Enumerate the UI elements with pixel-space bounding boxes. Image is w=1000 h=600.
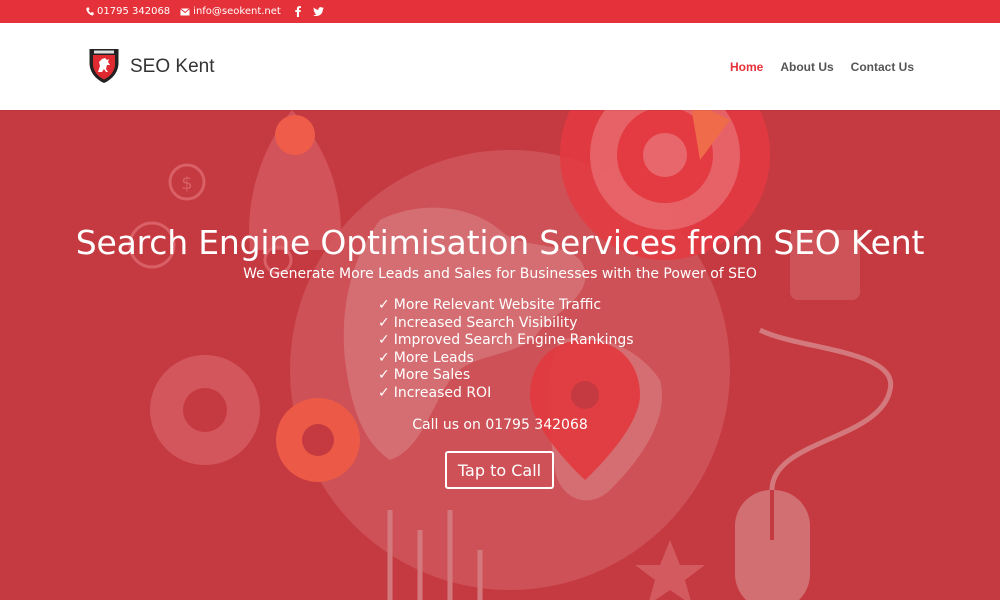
tap-to-call-button[interactable]: Tap to Call (445, 451, 554, 489)
brand-logo-link[interactable]: SEO Kent (88, 46, 215, 88)
email-contact[interactable]: info@seokent.net (180, 6, 281, 17)
facebook-icon[interactable] (295, 6, 301, 17)
check-icon: ✓ (378, 314, 390, 331)
check-icon: ✓ (378, 297, 390, 313)
hero-content: Search Engine Optimisation Services from… (0, 110, 1000, 600)
benefit-item: ✓ Improved Search Engine Rankings (378, 332, 634, 349)
phone-contact[interactable]: 01795 342068 (86, 6, 170, 17)
envelope-icon (180, 7, 190, 16)
phone-icon (86, 7, 94, 16)
check-icon: ✓ (378, 367, 390, 384)
site-header: SEO Kent Home About Us Contact Us (0, 23, 1000, 110)
hero-subtitle: We Generate More Leads and Sales for Bus… (243, 266, 757, 282)
hero-section: $ Search Engine Optimisation Services fr… (0, 110, 1000, 600)
check-icon: ✓ (378, 349, 390, 366)
shield-logo-icon (88, 46, 120, 88)
check-icon: ✓ (378, 332, 390, 349)
email-address: info@seokent.net (193, 6, 281, 17)
nav-contact-us[interactable]: Contact Us (851, 60, 914, 74)
brand-name: SEO Kent (130, 55, 215, 77)
twitter-icon[interactable] (312, 7, 324, 16)
call-us-text: Call us on 01795 342068 (412, 417, 588, 433)
benefits-list: ✓ More Relevant Website Traffic ✓ Increase… (378, 297, 634, 403)
check-icon: ✓ (378, 384, 390, 401)
main-nav: Home About Us Contact Us (730, 60, 914, 74)
benefit-item: ✓ More Sales (378, 367, 471, 384)
nav-home[interactable]: Home (730, 60, 763, 74)
benefit-item: ✓ Increased Search Visibility (378, 314, 578, 331)
benefit-item: ✓ More Leads (378, 349, 474, 366)
social-links (295, 6, 324, 17)
benefit-item: ✓ More Relevant Website Traffic (378, 297, 602, 313)
benefit-item: ✓ Increased ROI (378, 384, 492, 401)
hero-title: Search Engine Optimisation Services from… (75, 223, 925, 262)
top-bar: 01795 342068 info@seokent.net (0, 0, 1000, 23)
nav-about-us[interactable]: About Us (780, 60, 833, 74)
phone-number: 01795 342068 (97, 6, 171, 17)
